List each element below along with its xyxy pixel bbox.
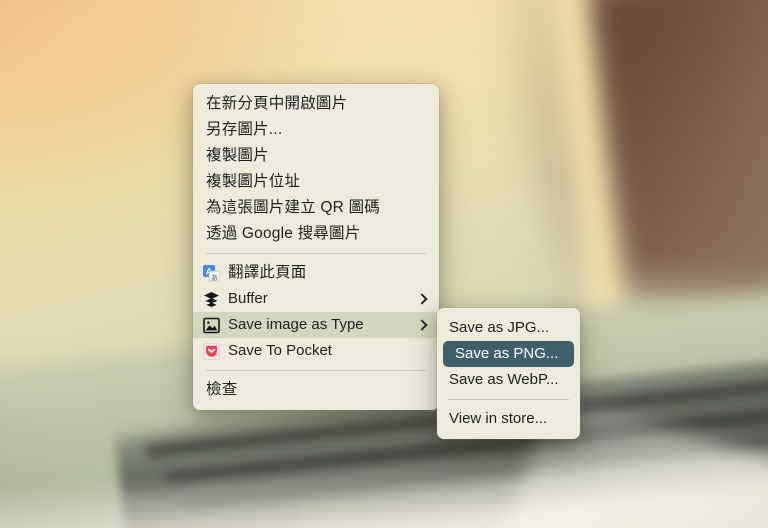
svg-text:あ: あ	[211, 274, 218, 282]
submenu-item-label: Save as WebP...	[449, 371, 559, 388]
menu-item-label: Buffer	[228, 290, 268, 307]
submenu-item-save-as-webp[interactable]: Save as WebP...	[437, 367, 580, 393]
submenu-item-label: Save as JPG...	[449, 319, 550, 336]
menu-separator	[206, 253, 426, 254]
chevron-right-icon	[417, 318, 427, 332]
menu-item-label: 複製圖片	[206, 147, 269, 164]
submenu-item-label: View in store...	[449, 410, 548, 427]
image-icon	[203, 317, 220, 334]
menu-item-copy-image-address[interactable]: 複製圖片位址	[193, 169, 439, 195]
menu-item-label: 檢查	[206, 381, 238, 398]
menu-item-save-to-pocket[interactable]: Save To Pocket	[193, 338, 439, 364]
submenu-item-save-as-jpg[interactable]: Save as JPG...	[437, 315, 580, 341]
menu-item-open-image-in-new-tab[interactable]: 在新分頁中開啟圖片	[193, 91, 439, 117]
save-image-as-type-submenu[interactable]: Save as JPG... Save as PNG... Save as We…	[437, 308, 580, 439]
submenu-item-save-as-png[interactable]: Save as PNG...	[443, 341, 574, 367]
submenu-separator	[448, 399, 569, 400]
menu-item-inspect[interactable]: 檢查	[193, 377, 439, 403]
buffer-layers-icon	[203, 291, 220, 308]
menu-item-save-image-as[interactable]: 另存圖片...	[193, 117, 439, 143]
menu-item-label: 在新分頁中開啟圖片	[206, 95, 348, 112]
menu-item-copy-image[interactable]: 複製圖片	[193, 143, 439, 169]
menu-item-label: 透過 Google 搜尋圖片	[206, 225, 361, 242]
context-menu[interactable]: 在新分頁中開啟圖片 另存圖片... 複製圖片 複製圖片位址 為這張圖片建立 QR…	[193, 84, 439, 410]
menu-item-translate-this-page[interactable]: A あ 翻譯此頁面	[193, 260, 439, 286]
menu-item-create-qr-code-for-image[interactable]: 為這張圖片建立 QR 圖碼	[193, 195, 439, 221]
menu-item-label: Save To Pocket	[228, 342, 332, 359]
menu-separator	[206, 370, 426, 371]
menu-item-label: 另存圖片...	[206, 121, 283, 138]
google-translate-icon: A あ	[203, 264, 220, 282]
screenshot-stage: 在新分頁中開啟圖片 另存圖片... 複製圖片 複製圖片位址 為這張圖片建立 QR…	[0, 0, 768, 528]
menu-item-label: Save image as Type	[228, 316, 364, 333]
submenu-item-view-in-store[interactable]: View in store...	[437, 406, 580, 432]
menu-item-search-image-with-google[interactable]: 透過 Google 搜尋圖片	[193, 221, 439, 247]
menu-item-save-image-as-type[interactable]: Save image as Type	[193, 312, 439, 338]
pocket-icon	[203, 342, 220, 360]
chevron-right-icon	[417, 292, 427, 306]
submenu-item-label: Save as PNG...	[455, 345, 559, 362]
menu-item-label: 為這張圖片建立 QR 圖碼	[206, 199, 380, 216]
menu-item-label: 翻譯此頁面	[228, 264, 307, 281]
menu-item-label: 複製圖片位址	[206, 173, 301, 190]
menu-item-buffer[interactable]: Buffer	[193, 286, 439, 312]
